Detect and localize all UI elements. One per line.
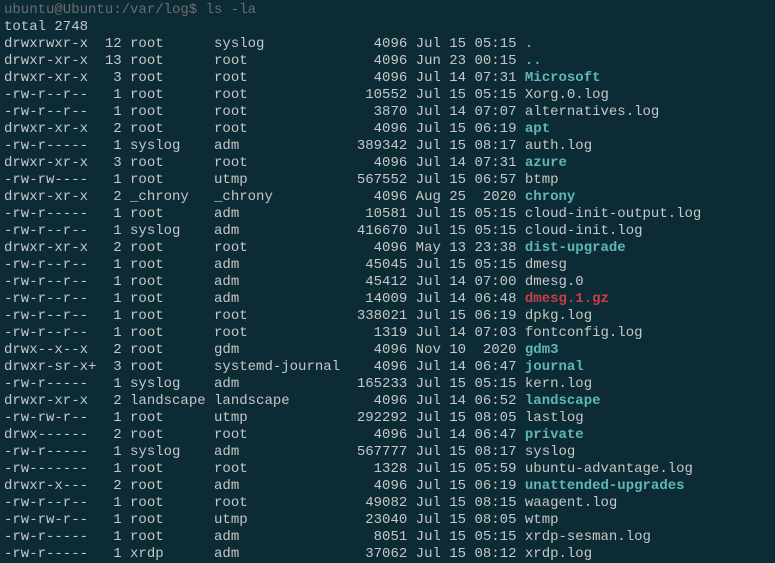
listing-row: -rw-r----- 1 syslog adm 567777 Jul 15 08…: [4, 444, 771, 461]
listing-meta: -rw-r----- 1 syslog adm 165233 Jul 15 05…: [4, 376, 525, 392]
listing-name: .: [525, 36, 533, 52]
listing-meta: -rw-rw-r-- 1 root utmp 292292 Jul 15 08:…: [4, 410, 525, 426]
listing-name: dmesg: [525, 257, 567, 273]
listing-name: landscape: [525, 393, 601, 409]
listing-meta: -rw-r----- 1 root adm 8051 Jul 15 05:15: [4, 529, 525, 545]
listing-row: -rw-r--r-- 1 root adm 14009 Jul 14 06:48…: [4, 291, 771, 308]
listing-meta: -rw-r----- 1 syslog adm 567777 Jul 15 08…: [4, 444, 525, 460]
listing-row: -rw-r----- 1 syslog adm 165233 Jul 15 05…: [4, 376, 771, 393]
listing-name: private: [525, 427, 584, 443]
shell-command: ls -la: [206, 2, 256, 18]
listing-meta: -rw-r--r-- 1 root adm 14009 Jul 14 06:48: [4, 291, 525, 307]
listing-name: dmesg.0: [525, 274, 584, 290]
listing-meta: drwxr-x--- 2 root adm 4096 Jul 15 06:19: [4, 478, 525, 494]
listing-row: -rw-r--r-- 1 syslog adm 416670 Jul 15 05…: [4, 223, 771, 240]
listing-row: -rw-r--r-- 1 root root 10552 Jul 15 05:1…: [4, 87, 771, 104]
listing-row: drwxr-xr-x 2 landscape landscape 4096 Ju…: [4, 393, 771, 410]
listing-row: -rw-r----- 1 syslog adm 389342 Jul 15 08…: [4, 138, 771, 155]
listing-row: drwxrwxr-x 12 root syslog 4096 Jul 15 05…: [4, 36, 771, 53]
listing-name: syslog: [525, 444, 575, 460]
directory-listing: drwxrwxr-x 12 root syslog 4096 Jul 15 05…: [4, 36, 771, 563]
listing-row: -rw-rw-r-- 1 root utmp 292292 Jul 15 08:…: [4, 410, 771, 427]
listing-name: dmesg.1.gz: [525, 291, 609, 307]
listing-meta: -rw-rw-r-- 1 root utmp 23040 Jul 15 08:0…: [4, 512, 525, 528]
listing-row: drwxr-xr-x 2 root root 4096 Jul 15 06:19…: [4, 121, 771, 138]
listing-name: unattended-upgrades: [525, 478, 685, 494]
listing-name: gdm3: [525, 342, 559, 358]
listing-meta: drwxr-xr-x 13 root root 4096 Jun 23 00:1…: [4, 53, 525, 69]
listing-meta: -rw-r----- 1 xrdp adm 37062 Jul 15 08:12: [4, 546, 525, 562]
listing-row: drwxr-xr-x 13 root root 4096 Jun 23 00:1…: [4, 53, 771, 70]
listing-row: -rw-rw---- 1 root utmp 567552 Jul 15 06:…: [4, 172, 771, 189]
listing-name: wtmp: [525, 512, 559, 528]
listing-name: btmp: [525, 172, 559, 188]
listing-name: kern.log: [525, 376, 592, 392]
listing-name: fontconfig.log: [525, 325, 643, 341]
shell-prompt: ubuntu@Ubuntu:/var/log$: [4, 2, 206, 18]
terminal-output: ubuntu@Ubuntu:/var/log$ ls -la total 274…: [4, 2, 771, 563]
listing-name: xrdp-sesman.log: [525, 529, 651, 545]
listing-row: drwxr-sr-x+ 3 root systemd-journal 4096 …: [4, 359, 771, 376]
listing-meta: -rw-r----- 1 syslog adm 389342 Jul 15 08…: [4, 138, 525, 154]
listing-name: lastlog: [525, 410, 584, 426]
listing-meta: -rw-r--r-- 1 root root 3870 Jul 14 07:07: [4, 104, 525, 120]
listing-name: waagent.log: [525, 495, 617, 511]
listing-row: drwxr-xr-x 3 root root 4096 Jul 14 07:31…: [4, 155, 771, 172]
listing-meta: drwxr-sr-x+ 3 root systemd-journal 4096 …: [4, 359, 525, 375]
listing-row: -rw------- 1 root root 1328 Jul 15 05:59…: [4, 461, 771, 478]
listing-meta: -rw------- 1 root root 1328 Jul 15 05:59: [4, 461, 525, 477]
listing-name: ubuntu-advantage.log: [525, 461, 693, 477]
listing-row: -rw-rw-r-- 1 root utmp 23040 Jul 15 08:0…: [4, 512, 771, 529]
listing-name: auth.log: [525, 138, 592, 154]
listing-name: alternatives.log: [525, 104, 659, 120]
listing-meta: -rw-r--r-- 1 root root 10552 Jul 15 05:1…: [4, 87, 525, 103]
listing-row: -rw-r--r-- 1 root adm 45412 Jul 14 07:00…: [4, 274, 771, 291]
listing-row: drwxr-xr-x 3 root root 4096 Jul 14 07:31…: [4, 70, 771, 87]
listing-meta: drwx--x--x 2 root gdm 4096 Nov 10 2020: [4, 342, 525, 358]
listing-row: -rw-r--r-- 1 root root 1319 Jul 14 07:03…: [4, 325, 771, 342]
listing-name: apt: [525, 121, 550, 137]
listing-name: dpkg.log: [525, 308, 592, 324]
listing-name: cloud-init.log: [525, 223, 643, 239]
listing-meta: -rw-r--r-- 1 root adm 45045 Jul 15 05:15: [4, 257, 525, 273]
listing-name: xrdp.log: [525, 546, 592, 562]
listing-row: drwx--x--x 2 root gdm 4096 Nov 10 2020 g…: [4, 342, 771, 359]
listing-row: -rw-r--r-- 1 root root 3870 Jul 14 07:07…: [4, 104, 771, 121]
listing-row: drwxr-x--- 2 root adm 4096 Jul 15 06:19 …: [4, 478, 771, 495]
listing-name: azure: [525, 155, 567, 171]
listing-row: -rw-r----- 1 root adm 8051 Jul 15 05:15 …: [4, 529, 771, 546]
listing-row: -rw-r--r-- 1 root root 49082 Jul 15 08:1…: [4, 495, 771, 512]
listing-meta: drwxr-xr-x 2 root root 4096 Jul 15 06:19: [4, 121, 525, 137]
listing-meta: -rw-r--r-- 1 root root 338021 Jul 15 06:…: [4, 308, 525, 324]
listing-meta: drwxr-xr-x 2 landscape landscape 4096 Ju…: [4, 393, 525, 409]
listing-name: cloud-init-output.log: [525, 206, 701, 222]
listing-meta: -rw-r--r-- 1 root root 49082 Jul 15 08:1…: [4, 495, 525, 511]
listing-row: -rw-r----- 1 root adm 10581 Jul 15 05:15…: [4, 206, 771, 223]
listing-row: drwx------ 2 root root 4096 Jul 14 06:47…: [4, 427, 771, 444]
listing-name: Xorg.0.log: [525, 87, 609, 103]
listing-row: -rw-r--r-- 1 root adm 45045 Jul 15 05:15…: [4, 257, 771, 274]
listing-meta: -rw-r--r-- 1 root root 1319 Jul 14 07:03: [4, 325, 525, 341]
listing-name: ..: [525, 53, 542, 69]
shell-prompt-line: ubuntu@Ubuntu:/var/log$ ls -la: [4, 2, 771, 19]
listing-name: journal: [525, 359, 584, 375]
listing-name: chrony: [525, 189, 575, 205]
total-line: total 2748: [4, 19, 771, 36]
listing-meta: -rw-r--r-- 1 syslog adm 416670 Jul 15 05…: [4, 223, 525, 239]
listing-name: Microsoft: [525, 70, 601, 86]
listing-meta: drwxrwxr-x 12 root syslog 4096 Jul 15 05…: [4, 36, 525, 52]
listing-meta: -rw-r--r-- 1 root adm 45412 Jul 14 07:00: [4, 274, 525, 290]
listing-meta: drwx------ 2 root root 4096 Jul 14 06:47: [4, 427, 525, 443]
listing-meta: drwxr-xr-x 2 root root 4096 May 13 23:38: [4, 240, 525, 256]
listing-row: -rw-r----- 1 xrdp adm 37062 Jul 15 08:12…: [4, 546, 771, 563]
listing-meta: drwxr-xr-x 3 root root 4096 Jul 14 07:31: [4, 155, 525, 171]
listing-meta: drwxr-xr-x 3 root root 4096 Jul 14 07:31: [4, 70, 525, 86]
listing-name: dist-upgrade: [525, 240, 626, 256]
listing-meta: drwxr-xr-x 2 _chrony _chrony 4096 Aug 25…: [4, 189, 525, 205]
listing-row: -rw-r--r-- 1 root root 338021 Jul 15 06:…: [4, 308, 771, 325]
listing-meta: -rw-rw---- 1 root utmp 567552 Jul 15 06:…: [4, 172, 525, 188]
listing-row: drwxr-xr-x 2 _chrony _chrony 4096 Aug 25…: [4, 189, 771, 206]
listing-row: drwxr-xr-x 2 root root 4096 May 13 23:38…: [4, 240, 771, 257]
listing-meta: -rw-r----- 1 root adm 10581 Jul 15 05:15: [4, 206, 525, 222]
